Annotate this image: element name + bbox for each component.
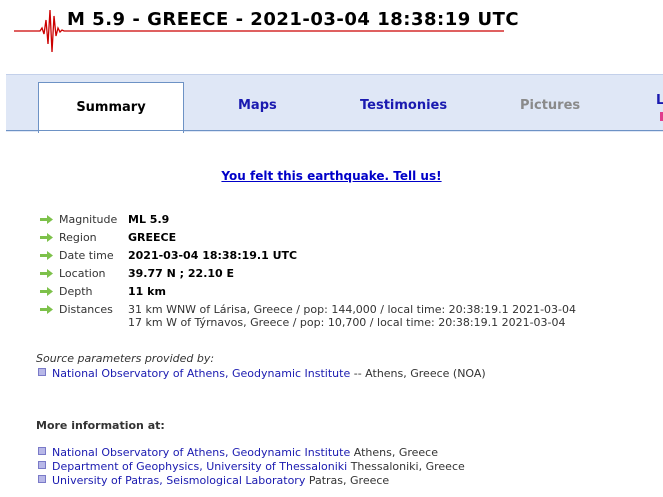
green-arrow-icon <box>40 215 53 224</box>
tab-bar: Summary Maps Testimonies Pictures L <box>6 74 663 133</box>
tab-pictures[interactable]: Pictures <box>520 98 580 113</box>
green-arrow-icon <box>40 305 53 314</box>
square-bullet-icon <box>38 368 46 376</box>
source-suffix: -- Athens, Greece (NOA) <box>353 367 486 380</box>
more-info-link[interactable]: Department of Geophysics, University of … <box>52 460 347 473</box>
distance-line: 31 km WNW of Lárisa, Greece / pop: 144,0… <box>128 303 577 316</box>
distances-list: 31 km WNW of Lárisa, Greece / pop: 144,0… <box>128 303 576 329</box>
tab-overflow[interactable]: L <box>656 93 663 108</box>
tab-maps[interactable]: Maps <box>238 98 277 113</box>
param-label: Magnitude <box>59 213 118 226</box>
more-info-place: Patras, Greece <box>308 474 390 487</box>
green-arrow-icon <box>40 269 53 278</box>
source-title: Source parameters provided by: <box>36 352 215 365</box>
more-info-place: Thessaloniki, Greece <box>350 460 465 473</box>
more-info-link[interactable]: National Observatory of Athens, Geodynam… <box>52 446 350 459</box>
param-label: Depth <box>59 285 93 298</box>
page-header: M 5.9 - GREECE - 2021-03-04 18:38:19 UTC <box>0 0 663 70</box>
param-label: Distances <box>59 303 113 316</box>
param-label: Location <box>59 267 106 280</box>
param-label: Date time <box>59 249 114 262</box>
page-title: M 5.9 - GREECE - 2021-03-04 18:38:19 UTC <box>67 9 520 30</box>
tab-bar-border <box>6 130 663 131</box>
felt-earthquake-link[interactable]: You felt this earthquake. Tell us! <box>0 169 663 183</box>
more-info-title: More information at: <box>36 419 165 432</box>
green-arrow-icon <box>40 233 53 242</box>
green-arrow-icon <box>40 251 53 260</box>
param-label: Region <box>59 231 97 244</box>
green-arrow-icon <box>40 287 53 296</box>
square-bullet-icon <box>38 461 46 469</box>
more-info-link[interactable]: University of Patras, Seismological Labo… <box>52 474 305 487</box>
distance-line: 17 km W of Týrnavos, Greece / pop: 10,70… <box>128 316 566 329</box>
square-bullet-icon <box>38 447 46 455</box>
tab-summary[interactable]: Summary <box>38 82 184 133</box>
square-bullet-icon <box>38 475 46 483</box>
param-value: 39.77 N ; 22.10 E <box>128 267 235 280</box>
source-link[interactable]: National Observatory of Athens, Geodynam… <box>52 367 350 380</box>
more-info-place: Athens, Greece <box>353 446 438 459</box>
param-value: 2021-03-04 18:38:19.1 UTC <box>128 249 298 262</box>
tab-testimonies[interactable]: Testimonies <box>360 98 447 113</box>
param-value: ML 5.9 <box>128 213 170 226</box>
param-value: GREECE <box>128 231 177 244</box>
param-value: 11 km <box>128 285 166 298</box>
